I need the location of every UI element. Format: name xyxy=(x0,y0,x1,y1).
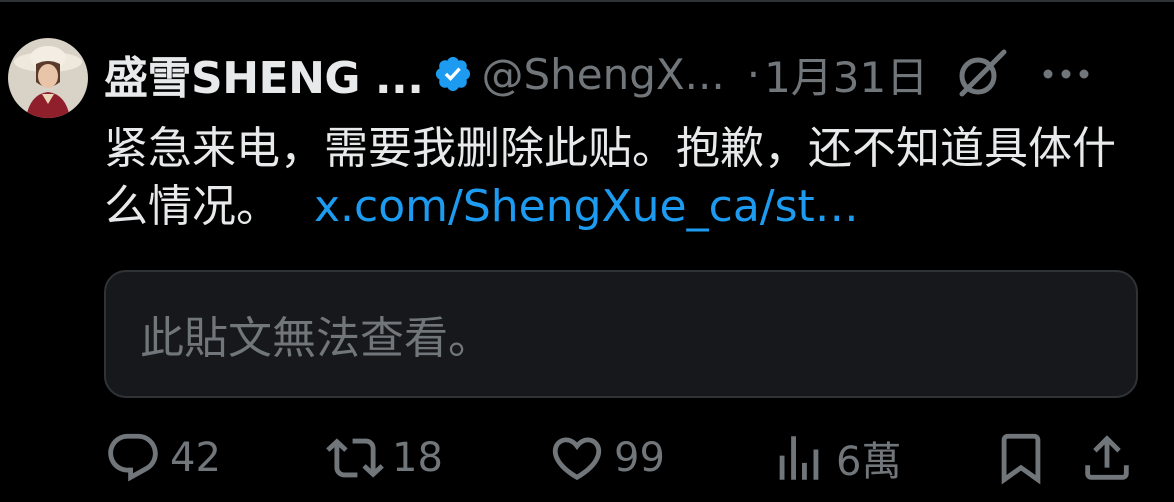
views-count: 6萬 xyxy=(836,439,902,485)
unavailable-message: 此貼文無法查看。 xyxy=(140,313,492,364)
heart-icon xyxy=(552,437,602,481)
post-body: 紧急来电，需要我删除此贴。抱歉，还不知道具体什么情况。 x.com/ShengXu… xyxy=(104,120,1144,236)
action-bar: 42 18 99 6萬 xyxy=(104,426,1138,490)
share-button[interactable] xyxy=(1078,426,1136,490)
views-button[interactable]: 6萬 xyxy=(770,426,901,490)
quoted-post-unavailable: 此貼文無法查看。 xyxy=(104,270,1138,398)
share-icon xyxy=(1085,435,1129,480)
tweet[interactable]: 盛雪SHENG ... @ShengX... · 1月31日 紧急来电，需要我删… xyxy=(0,0,1174,502)
separator-dot: · xyxy=(746,49,761,99)
author-display-name[interactable]: 盛雪SHENG ... xyxy=(104,42,424,106)
more-icon[interactable] xyxy=(1038,54,1094,94)
repost-icon xyxy=(326,438,384,478)
like-count: 99 xyxy=(614,435,665,481)
reply-icon xyxy=(108,433,158,482)
author-handle[interactable]: @ShengX... xyxy=(481,50,724,99)
grok-icon[interactable] xyxy=(950,44,1010,104)
views-icon xyxy=(779,436,819,480)
bookmark-button[interactable] xyxy=(992,426,1050,490)
reply-count: 42 xyxy=(170,435,221,481)
reply-button[interactable]: 42 xyxy=(104,426,221,490)
repost-count: 18 xyxy=(392,435,443,481)
post-link[interactable]: x.com/ShengXue_ca/st… xyxy=(314,181,859,232)
repost-button[interactable]: 18 xyxy=(326,426,443,490)
post-date[interactable]: 1月31日 xyxy=(764,44,928,105)
like-button[interactable]: 99 xyxy=(548,426,665,490)
avatar[interactable] xyxy=(8,38,88,118)
tweet-header: 盛雪SHENG ... @ShengX... · 1月31日 xyxy=(104,42,1138,106)
bookmark-icon xyxy=(1001,433,1041,485)
verified-badge-icon xyxy=(436,56,471,92)
